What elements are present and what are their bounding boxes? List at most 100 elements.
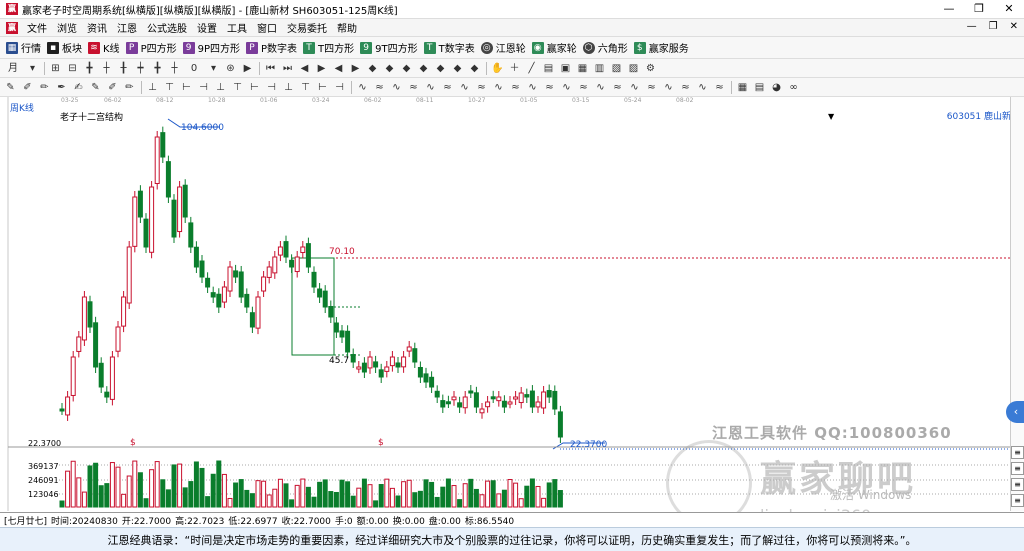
toolbar-hexagon[interactable]: ⬡ 六角形: [582, 40, 628, 55]
close-button[interactable]: ✕: [994, 0, 1024, 18]
menu-settings[interactable]: 设置: [192, 20, 222, 35]
wave-icon[interactable]: ∿: [424, 81, 437, 94]
diamond-icon[interactable]: ◆: [468, 62, 481, 75]
wave-icon[interactable]: ∿: [560, 81, 573, 94]
toolbar-9p-square[interactable]: 9 9P四方形: [182, 40, 240, 55]
chevron-down-icon[interactable]: ▾: [26, 62, 39, 75]
toolbar-service[interactable]: $ 赢家服务: [633, 40, 689, 55]
candle-tool-icon[interactable]: ╋: [151, 62, 164, 75]
diamond-icon[interactable]: ◆: [434, 62, 447, 75]
table-icon[interactable]: ▦: [736, 81, 749, 94]
ruler-icon[interactable]: ⊣: [265, 81, 278, 94]
pen-icon[interactable]: ✍: [72, 81, 85, 94]
setting-icon[interactable]: ⚙: [644, 62, 657, 75]
ruler-icon[interactable]: ⊣: [333, 81, 346, 94]
wave-icon[interactable]: ≈: [645, 81, 658, 94]
pattern-icon[interactable]: ▤: [542, 62, 555, 75]
diamond-icon[interactable]: ◆: [417, 62, 430, 75]
cross-icon[interactable]: ＋: [508, 62, 521, 75]
diamond-icon[interactable]: ◆: [451, 62, 464, 75]
menu-file[interactable]: 文件: [22, 20, 52, 35]
wave-icon[interactable]: ∿: [594, 81, 607, 94]
right-icon[interactable]: ▶: [349, 62, 362, 75]
toolbar-t-square[interactable]: T T四方形: [303, 40, 354, 55]
candlestick-chart[interactable]: [0, 97, 1010, 511]
wave-icon[interactable]: ≈: [373, 81, 386, 94]
ruler-icon[interactable]: ⊤: [231, 81, 244, 94]
hand-icon[interactable]: ✋: [491, 62, 504, 75]
zoom-icon[interactable]: ⊛: [224, 62, 237, 75]
wave-icon[interactable]: ≈: [679, 81, 692, 94]
side-menu-button[interactable]: ≡: [1011, 462, 1024, 475]
wave-icon[interactable]: ∿: [526, 81, 539, 94]
menu-help[interactable]: 帮助: [332, 20, 362, 35]
side-menu-button[interactable]: ≡: [1011, 446, 1024, 459]
export-icon[interactable]: ▨: [627, 62, 640, 75]
ruler-icon[interactable]: ⊣: [197, 81, 210, 94]
toolbar-t-table[interactable]: T T数字表: [423, 40, 475, 55]
menu-window[interactable]: 窗口: [252, 20, 282, 35]
wave-icon[interactable]: ∿: [492, 81, 505, 94]
globe-icon[interactable]: ◕: [770, 81, 783, 94]
ruler-icon[interactable]: ⊥: [214, 81, 227, 94]
candle-tool-icon[interactable]: ┿: [134, 62, 147, 75]
flag-icon[interactable]: ▶: [241, 62, 254, 75]
pen-icon[interactable]: ✏: [123, 81, 136, 94]
chevron-down-icon[interactable]: ▾: [207, 62, 220, 75]
line-icon[interactable]: ╱: [525, 62, 538, 75]
wave-icon[interactable]: ≈: [713, 81, 726, 94]
wave-icon[interactable]: ≈: [611, 81, 624, 94]
last-icon[interactable]: ⏭: [281, 62, 294, 75]
image-icon[interactable]: ▣: [559, 62, 572, 75]
toolbar-quotes[interactable]: ▦ 行情: [6, 40, 41, 55]
candle-tool-icon[interactable]: ┼: [168, 62, 181, 75]
wave-icon[interactable]: ≈: [441, 81, 454, 94]
wave-icon[interactable]: ≈: [543, 81, 556, 94]
wave-icon[interactable]: ∿: [662, 81, 675, 94]
first-icon[interactable]: ⏮: [264, 62, 277, 75]
save-icon[interactable]: ▦: [576, 62, 589, 75]
toolbar-kline[interactable]: ≋ K线: [88, 40, 120, 55]
toolbar-gann-wheel[interactable]: ◎ 江恩轮: [480, 40, 526, 55]
wave-icon[interactable]: ∿: [628, 81, 641, 94]
wave-icon[interactable]: ≈: [407, 81, 420, 94]
toolbar-p-table[interactable]: P P数字表: [246, 40, 297, 55]
next-icon[interactable]: ▶: [315, 62, 328, 75]
calc-icon[interactable]: ▧: [610, 62, 623, 75]
menu-tools[interactable]: 工具: [222, 20, 252, 35]
menu-gann[interactable]: 江恩: [112, 20, 142, 35]
ruler-icon[interactable]: ⊢: [316, 81, 329, 94]
mdi-restore-button[interactable]: ❐: [989, 21, 998, 32]
toolbar-p-square[interactable]: P P四方形: [125, 40, 177, 55]
ruler-icon[interactable]: ⊤: [299, 81, 312, 94]
side-menu-button[interactable]: ≡: [1011, 478, 1024, 491]
chart-tool-icon[interactable]: ⊟: [66, 62, 79, 75]
wave-icon[interactable]: ≈: [475, 81, 488, 94]
pen-icon[interactable]: ✐: [106, 81, 119, 94]
pen-icon[interactable]: ✒: [55, 81, 68, 94]
wave-icon[interactable]: ≈: [509, 81, 522, 94]
pen-icon[interactable]: ✎: [89, 81, 102, 94]
candle-tool-icon[interactable]: ╂: [117, 62, 130, 75]
period-select[interactable]: 月: [4, 62, 22, 75]
pen-icon[interactable]: ✎: [4, 81, 17, 94]
menu-formula[interactable]: 公式选股: [142, 20, 192, 35]
grid-icon[interactable]: ▤: [753, 81, 766, 94]
mdi-close-button[interactable]: ✕: [1010, 21, 1018, 32]
candle-tool-icon[interactable]: ┼: [100, 62, 113, 75]
ruler-icon[interactable]: ⊥: [146, 81, 159, 94]
toolbar-blocks[interactable]: ▪ 板块: [47, 40, 82, 55]
infinity-icon[interactable]: ∞: [787, 81, 800, 94]
diamond-icon[interactable]: ◆: [366, 62, 379, 75]
ruler-icon[interactable]: ⊥: [282, 81, 295, 94]
pen-icon[interactable]: ✏: [38, 81, 51, 94]
minimize-button[interactable]: —: [934, 0, 964, 18]
menu-info[interactable]: 资讯: [82, 20, 112, 35]
ruler-icon[interactable]: ⊤: [163, 81, 176, 94]
wave-icon[interactable]: ∿: [458, 81, 471, 94]
restore-button[interactable]: ❐: [964, 0, 994, 18]
zoom-select[interactable]: 0: [185, 62, 203, 75]
candle-tool-icon[interactable]: ╋: [83, 62, 96, 75]
wave-icon[interactable]: ∿: [356, 81, 369, 94]
print-icon[interactable]: ▥: [593, 62, 606, 75]
